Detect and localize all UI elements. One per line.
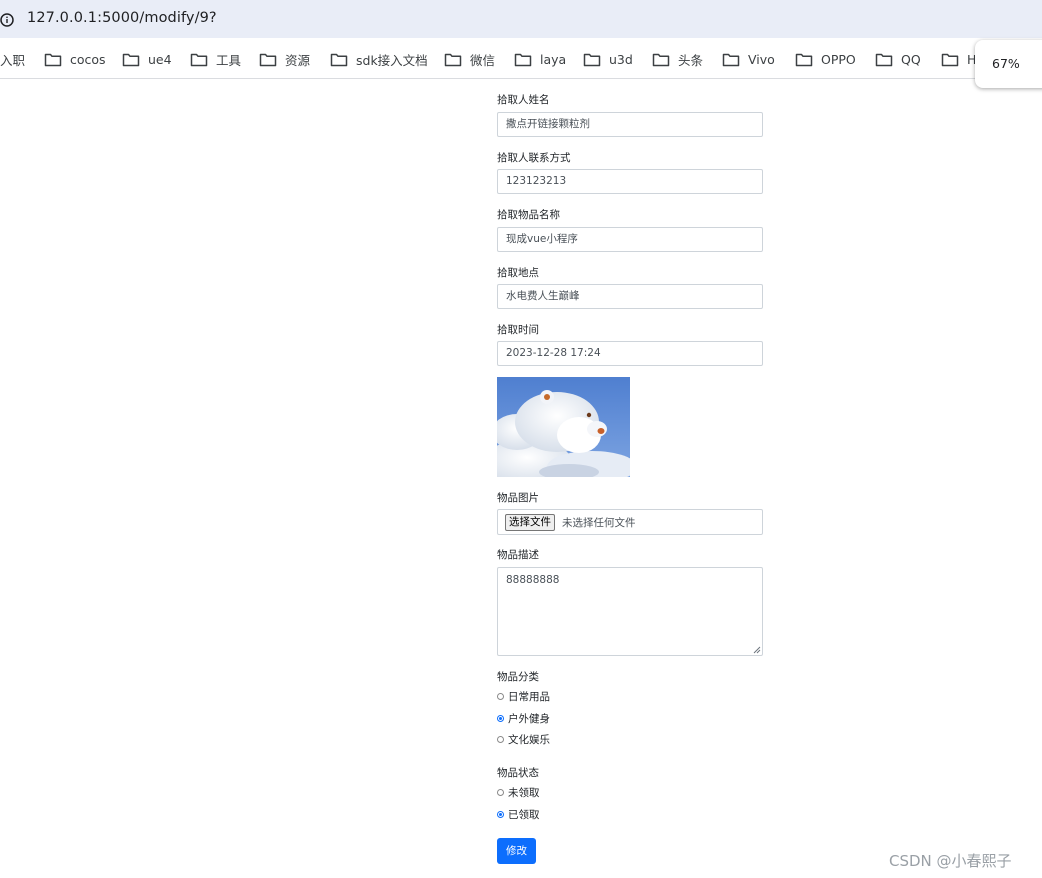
bookmark-folder[interactable]: 头条 — [652, 50, 703, 68]
bookmark-label: 微信 — [470, 52, 496, 68]
folder-icon — [330, 53, 348, 66]
description-textarea[interactable]: 88888888 — [497, 567, 763, 656]
time-label: 拾取时间 — [497, 324, 539, 336]
address-bar[interactable]: 127.0.0.1:5000/modify/9? — [0, 0, 1042, 38]
file-status-text: 未选择任何文件 — [562, 517, 636, 529]
radio-icon[interactable] — [497, 789, 504, 796]
bookmark-label: 头条 — [678, 52, 704, 68]
contact-input[interactable]: 123123213 — [497, 169, 763, 194]
zoom-level: 67% — [992, 56, 1020, 71]
description-text: 88888888 — [506, 574, 560, 586]
bookmark-label: OPPO — [821, 51, 856, 67]
zoom-popup: 67% — [975, 40, 1042, 88]
radio-label: 日常用品 — [508, 691, 550, 703]
bookmark-folder[interactable]: cocos — [44, 50, 106, 68]
bookmark-folder[interactable]: QQ — [875, 50, 921, 68]
bookmark-folder[interactable]: 工具 — [190, 50, 241, 68]
folder-icon — [122, 53, 140, 66]
bookmark-label: ue4 — [148, 51, 172, 67]
bookmark-label: 工具 — [216, 52, 242, 68]
url-text[interactable]: 127.0.0.1:5000/modify/9? — [27, 10, 217, 26]
name-input[interactable]: 撒点开链接颗粒剂 — [497, 112, 763, 137]
bookmark-label: sdk接入文档 — [356, 52, 428, 68]
info-icon[interactable] — [0, 12, 16, 28]
description-label: 物品描述 — [497, 549, 539, 561]
image-label: 物品图片 — [497, 492, 539, 504]
choose-file-button[interactable]: 选择文件 — [505, 514, 555, 531]
radio-label: 文化娱乐 — [508, 734, 550, 746]
folder-icon — [259, 53, 277, 66]
contact-label: 拾取人联系方式 — [497, 152, 571, 164]
bookmark-item[interactable]: 入职 — [0, 50, 25, 68]
status-radio-claimed[interactable]: 已领取 — [497, 807, 540, 822]
place-label: 拾取地点 — [497, 267, 539, 279]
bookmark-folder[interactable]: u3d — [583, 50, 633, 68]
status-radio-unclaimed[interactable]: 未领取 — [497, 785, 540, 800]
status-label: 物品状态 — [497, 767, 539, 779]
watermark: CSDN @小春熙子 — [889, 852, 1012, 870]
radio-icon[interactable] — [497, 693, 504, 700]
bookmark-folder[interactable]: OPPO — [795, 50, 856, 68]
bookmark-label: 入职 — [0, 52, 26, 68]
image-file-input[interactable]: 选择文件 未选择任何文件 — [497, 509, 763, 535]
folder-icon — [652, 53, 670, 66]
radio-label: 户外健身 — [508, 713, 550, 725]
modify-submit-button[interactable]: 修改 — [497, 838, 536, 864]
name-label: 拾取人姓名 — [497, 94, 550, 106]
category-radio-daily[interactable]: 日常用品 — [497, 689, 550, 704]
folder-icon — [444, 53, 462, 66]
radio-checked-icon[interactable] — [497, 715, 504, 722]
bookmark-folder[interactable]: 资源 — [259, 50, 310, 68]
bookmark-folder[interactable]: ue4 — [122, 50, 172, 68]
category-radio-culture[interactable]: 文化娱乐 — [497, 732, 550, 747]
radio-label: 已领取 — [508, 809, 540, 821]
bookmark-label: QQ — [901, 51, 921, 67]
folder-icon — [190, 53, 208, 66]
item-name-input[interactable]: 现成vue小程序 — [497, 227, 763, 252]
bookmark-label: cocos — [70, 51, 106, 67]
bookmark-folder[interactable]: 微信 — [444, 50, 495, 68]
bookmark-label: Vivo — [748, 51, 775, 67]
bookmark-folder[interactable]: sdk接入文档 — [330, 50, 428, 68]
folder-icon — [941, 53, 959, 66]
bookmark-label: 资源 — [285, 52, 311, 68]
bookmark-label: laya — [540, 51, 567, 67]
resize-handle-icon[interactable] — [753, 646, 761, 654]
folder-icon — [795, 53, 813, 66]
category-radio-outdoor[interactable]: 户外健身 — [497, 711, 550, 726]
time-input[interactable]: 2023-12-28 17:24 — [497, 341, 763, 366]
bookmark-label: u3d — [609, 51, 633, 67]
radio-label: 未领取 — [508, 787, 540, 799]
folder-icon — [875, 53, 893, 66]
category-label: 物品分类 — [497, 671, 539, 683]
item-name-label: 拾取物品名称 — [497, 209, 560, 221]
radio-icon[interactable] — [497, 736, 504, 743]
place-input[interactable]: 水电费人生巅峰 — [497, 284, 763, 309]
folder-icon — [44, 53, 62, 66]
folder-icon — [722, 53, 740, 66]
folder-icon — [583, 53, 601, 66]
bookmark-folder[interactable]: H — [941, 50, 976, 68]
bookmarks-bar: 入职 cocos ue4 工具 资源 sdk接入文档 微信 laya u3d 头… — [0, 38, 1042, 79]
bookmark-folder[interactable]: Vivo — [722, 50, 775, 68]
folder-icon — [514, 53, 532, 66]
item-photo — [497, 377, 630, 477]
bookmark-folder[interactable]: laya — [514, 50, 566, 68]
radio-checked-icon[interactable] — [497, 811, 504, 818]
